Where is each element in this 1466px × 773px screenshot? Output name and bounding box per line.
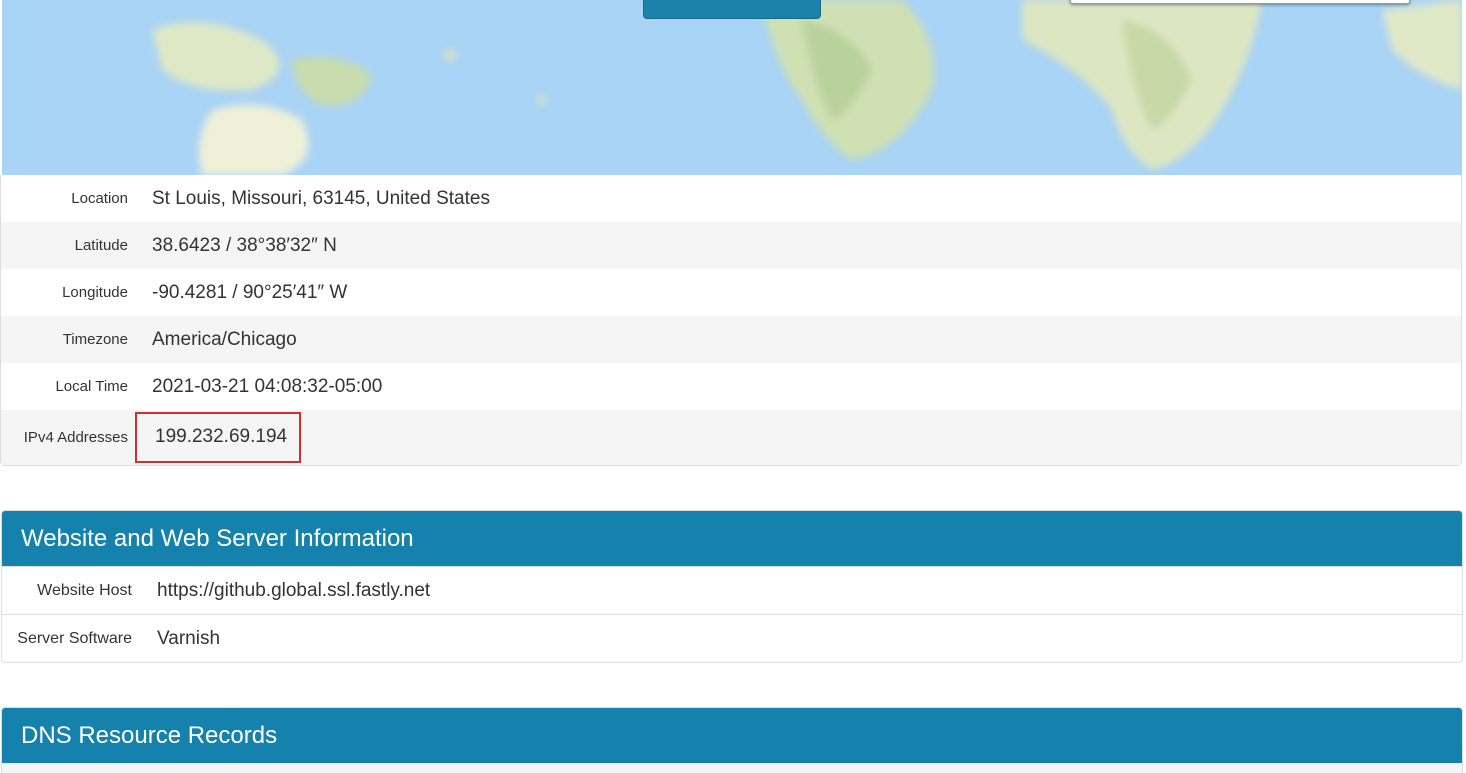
- table-row-website-host: Website Host https://github.global.ssl.f…: [2, 566, 1462, 614]
- table-row-server-software: Server Software Varnish: [2, 614, 1462, 662]
- map-land-shapes: [152, 0, 1462, 175]
- row-value: St Louis, Missouri, 63145, United States: [152, 187, 490, 209]
- table-row-latitude: Latitude 38.6423 / 38°38′32″ N: [1, 222, 1461, 269]
- row-value: Varnish: [157, 627, 221, 649]
- row-value: -90.4281 / 90°25′41″ W: [152, 281, 348, 303]
- row-label: Longitude: [62, 284, 128, 301]
- map-button[interactable]: [643, 0, 821, 19]
- row-value: 38.6423 / 38°38′32″ N: [152, 234, 337, 256]
- table-row-ipv4: IPv4 Addresses 199.232.69.194: [1, 410, 1461, 465]
- row-label: Local Time: [55, 378, 128, 395]
- table-row-local-time: Local Time 2021-03-21 04:08:32-05:00: [1, 363, 1461, 410]
- ipv4-address-highlighted: 199.232.69.194: [135, 412, 302, 463]
- row-value: America/Chicago: [152, 328, 297, 350]
- panel-title: DNS Resource Records: [2, 708, 1462, 763]
- row-label: Server Software: [17, 629, 132, 647]
- row-label: Location: [71, 190, 128, 207]
- table-row-longitude: Longitude -90.4281 / 90°25′41″ W: [1, 269, 1461, 316]
- row-label: Latitude: [74, 237, 128, 254]
- table-row-timezone: Timezone America/Chicago: [1, 316, 1461, 363]
- geo-info-table: Location St Louis, Missouri, 63145, Unit…: [0, 175, 1462, 466]
- table-row-location: Location St Louis, Missouri, 63145, Unit…: [1, 175, 1461, 222]
- web-server-panel: Website and Web Server Information Websi…: [1, 510, 1463, 663]
- map-search-box[interactable]: [1070, 0, 1410, 4]
- row-value: 2021-03-21 04:08:32-05:00: [152, 375, 383, 397]
- dns-records-panel: DNS Resource Records: [1, 707, 1463, 773]
- row-label: Website Host: [37, 581, 132, 599]
- location-map[interactable]: [2, 0, 1462, 175]
- row-label: IPv4 Addresses: [23, 429, 128, 446]
- dns-table-start: [2, 763, 1462, 773]
- row-value: https://github.global.ssl.fastly.net: [157, 579, 431, 601]
- row-label: Timezone: [62, 331, 128, 348]
- panel-title: Website and Web Server Information: [2, 511, 1462, 566]
